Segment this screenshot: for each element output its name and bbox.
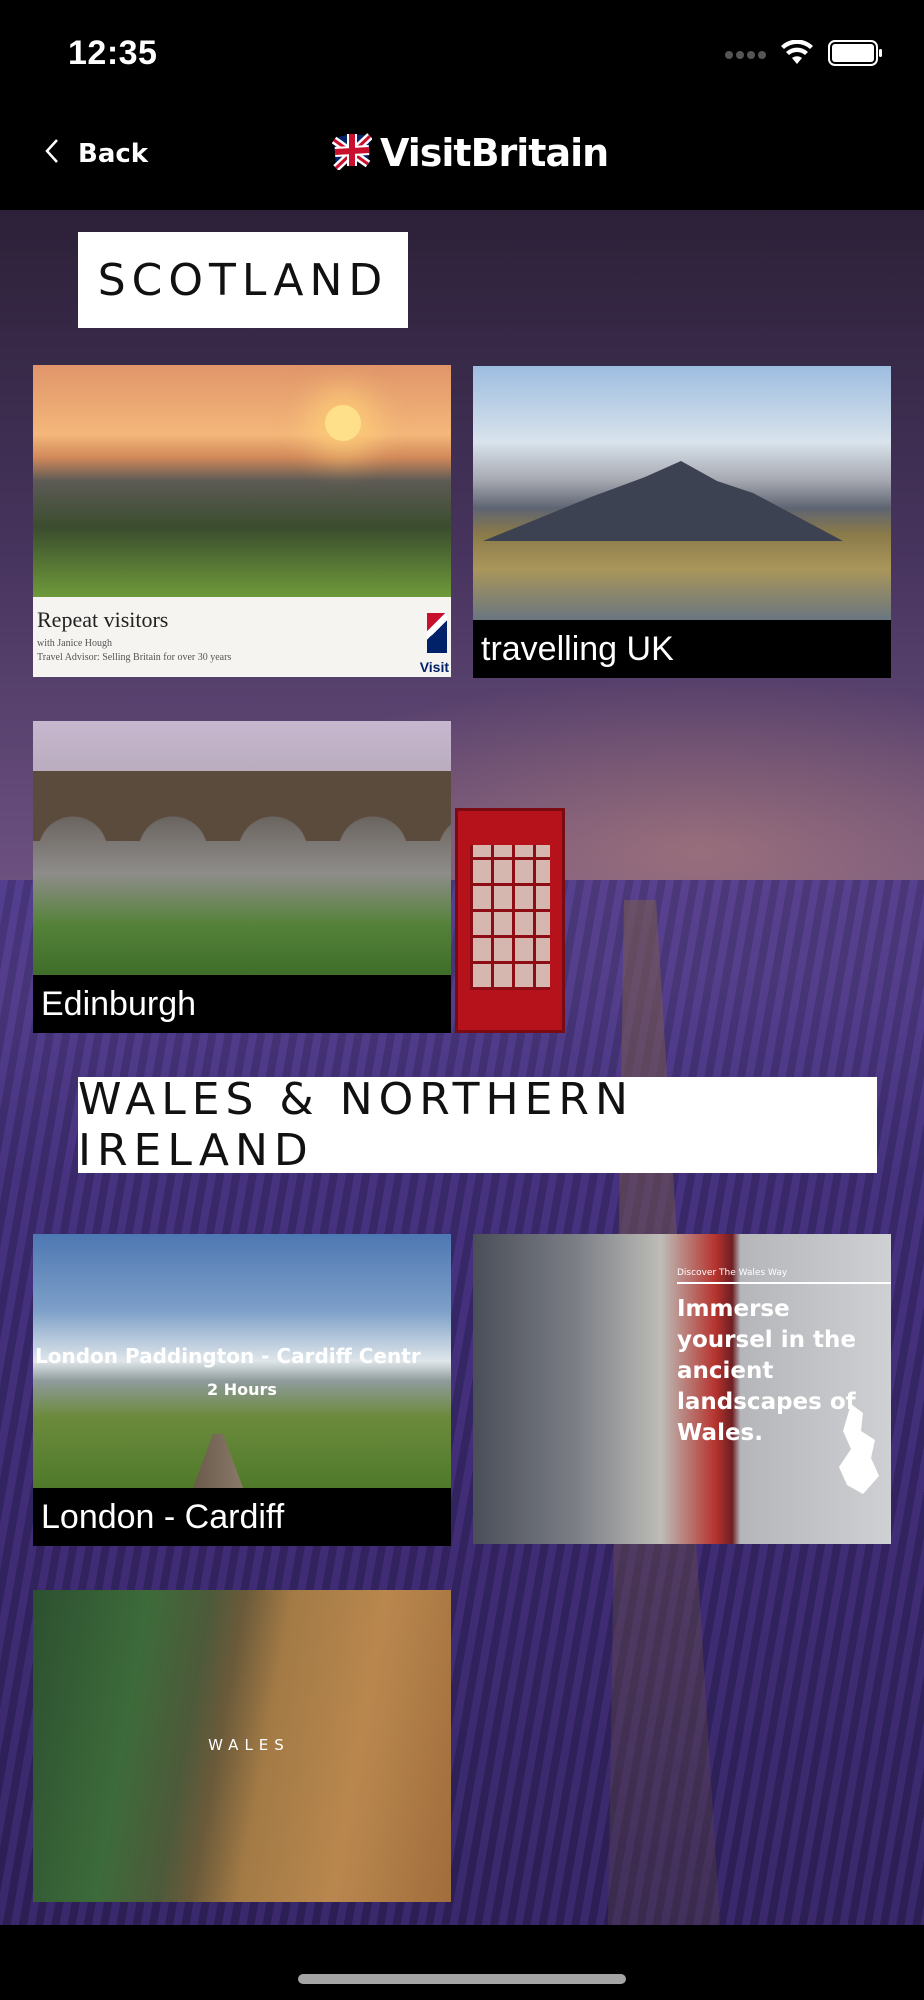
overlay-kicker: Discover The Wales Way [677, 1268, 788, 1278]
status-bar: 12:35 [0, 0, 924, 100]
back-button[interactable]: Back [44, 138, 148, 169]
cellular-signal-icon [724, 47, 766, 65]
brand-logo: VisitBritain [331, 130, 609, 175]
tile-caption: travelling UK [473, 620, 891, 678]
video-tile-wales-way[interactable]: Discover The Wales Way Immerse yoursel i… [473, 1234, 891, 1546]
overlay-subtitle: with Janice Hough Travel Advisor: Sellin… [37, 637, 337, 665]
overlay-subtitle-line-1: with Janice Hough [37, 638, 112, 649]
overlay-route: London Paddington - Cardiff Centr [35, 1344, 421, 1368]
bridge [33, 771, 451, 841]
chevron-left-icon [44, 138, 60, 169]
overlay-divider [677, 1282, 891, 1284]
red-telephone-box [455, 808, 565, 1033]
home-bar [0, 1925, 924, 2000]
status-time: 12:35 [68, 34, 158, 72]
brand-name: VisitBritain [380, 130, 609, 175]
video-tile-travelling-uk[interactable]: travelling UK [473, 366, 891, 678]
content-area[interactable]: SCOTLAND Repeat visitors with Janice Hou… [0, 210, 924, 1925]
section-title-scotland: SCOTLAND [78, 232, 408, 328]
video-tile-wales-aerial[interactable]: WALES [33, 1590, 451, 1902]
back-label: Back [78, 138, 149, 169]
video-tile-edinburgh[interactable]: Edinburgh [33, 721, 451, 1033]
overlay-logo-text: Visit [419, 659, 449, 675]
thumbnail-overlay: Repeat visitors with Janice Hough Travel… [33, 597, 451, 677]
status-icons [724, 39, 884, 71]
section-title-wales-northern-ireland: WALES & NORTHERN IRELAND [78, 1074, 877, 1176]
video-tile-repeat-visitors[interactable]: Repeat visitors with Janice Hough Travel… [33, 365, 451, 677]
wifi-icon [780, 39, 814, 71]
tile-caption: London - Cardiff [33, 1488, 451, 1546]
video-thumbnail [33, 365, 451, 597]
video-tile-london-cardiff[interactable]: London Paddington - Cardiff Centr 2 Hour… [33, 1234, 451, 1546]
battery-icon [828, 40, 884, 71]
navigation-bar: Back VisitBritain [0, 100, 924, 210]
tile-caption: Edinburgh [33, 975, 451, 1033]
overlay-title: Repeat visitors [37, 607, 169, 632]
overlay-flag-logo-icon [427, 613, 447, 653]
video-thumbnail [33, 721, 451, 975]
overlay-text: WALES [208, 1736, 290, 1754]
sun [325, 405, 361, 441]
home-indicator[interactable] [298, 1974, 626, 1984]
overlay-duration: 2 Hours [207, 1380, 277, 1399]
union-flag-logo-icon [331, 130, 373, 175]
overlay-subtitle-line-2: Travel Advisor: Selling Britain for over… [37, 652, 232, 663]
